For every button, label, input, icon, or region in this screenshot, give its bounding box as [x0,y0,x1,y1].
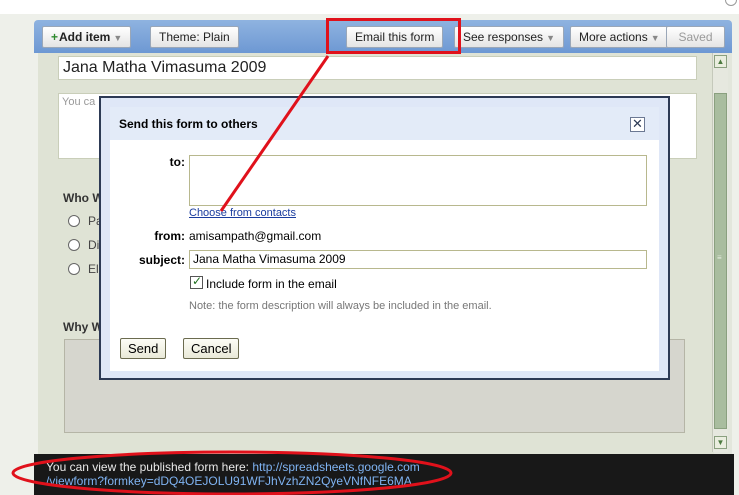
form-description-placeholder: You ca [62,96,96,108]
cancel-button[interactable]: Cancel [183,338,240,359]
subject-label: subject: [138,253,185,267]
radio-button[interactable] [68,239,80,251]
more-actions-label: More actions [579,30,648,44]
include-form-label: Include form in the email [206,277,337,291]
notification-bar: You can view the published form here: ht… [34,454,734,495]
close-button[interactable]: ✕ [630,116,645,132]
add-item-label: Add item [59,30,111,44]
subject-field[interactable]: Jana Matha Vimasuma 2009 [189,250,647,269]
grip-icon: ≡ [717,253,722,262]
chevron-down-icon: ▼ [650,33,660,43]
scroll-up-icon[interactable]: ▲ [714,55,727,68]
see-responses-label: See responses [463,30,544,44]
scroll-down-icon[interactable]: ▼ [714,436,727,449]
dialog-header: Send this form to others ✕ [110,107,659,140]
radio-button[interactable] [68,263,80,275]
question2-label: Why W [63,320,103,334]
annotation-highlight-rect [326,18,461,54]
to-label: to: [169,155,185,169]
send-form-dialog: Send this form to others ✕ to: Choose fr… [110,107,659,371]
from-value: amisampath@gmail.com [189,229,322,243]
see-responses-button[interactable]: See responses ▼ [454,26,564,48]
form-title: Jana Matha Vimasuma 2009 [63,59,267,76]
send-button[interactable]: Send [120,338,167,359]
form-title-field[interactable]: Jana Matha Vimasuma 2009 [58,56,697,80]
published-form-link-cont[interactable]: /viewform?formkey=dDQ4OEJOLU91WFJhVzhZN2… [46,474,412,488]
notification-text: You can view the published form here: ht… [46,460,646,488]
to-field[interactable] [189,155,647,206]
question1-label: Who W [63,191,104,205]
saved-button[interactable]: Saved [666,26,725,48]
plus-icon: + [51,30,59,44]
add-item-button[interactable]: +Add item ▼ [42,26,132,48]
include-form-checkbox[interactable]: ✓ [190,274,203,289]
published-form-link[interactable]: http://spreadsheets.google.com [252,460,419,474]
notification-message: You can view the published form here: [46,460,253,474]
scroll-thumb[interactable]: ≡ [714,93,727,429]
dialog-note: Note: the form description will always b… [189,300,492,312]
checkmark-icon: ✓ [192,274,203,288]
vertical-scrollbar[interactable]: ▲ ≡ ▼ [712,53,728,452]
choose-contacts-link[interactable]: Choose from contacts [189,207,296,219]
option-label: Di [88,238,100,252]
option-label: El [88,262,99,276]
from-label: from: [154,229,185,243]
theme-button[interactable]: Theme: Plain [150,26,239,48]
more-actions-button[interactable]: More actions ▼ [570,26,669,48]
close-icon: ✕ [632,116,643,131]
chevron-down-icon: ▼ [113,33,123,43]
dialog-title: Send this form to others [119,117,258,131]
radio-button[interactable] [68,215,80,227]
chevron-down-icon: ▼ [546,33,555,43]
